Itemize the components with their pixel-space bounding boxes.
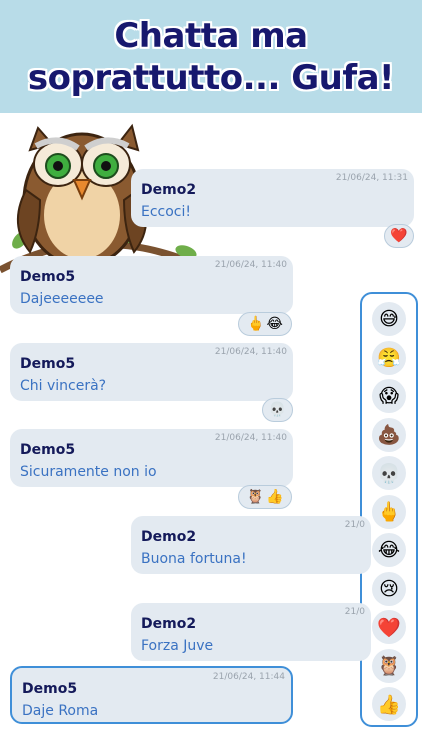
message-timestamp: 21/06/24, 11:40: [214, 260, 287, 270]
message-timestamp: 21/06/24, 11:31: [335, 173, 408, 183]
reaction-option[interactable]: 😤: [372, 340, 406, 375]
message-bubble[interactable]: 21/06/24, 11:40 Demo5 Dajeeeeeee: [10, 256, 293, 314]
message-reactions[interactable]: 💀: [262, 398, 293, 422]
reaction-option[interactable]: 🖕: [372, 494, 406, 529]
message-sender: Demo5: [20, 269, 76, 285]
reaction-option[interactable]: 😱: [372, 379, 406, 413]
message-sender: Demo5: [20, 442, 76, 458]
reaction-option[interactable]: ❤️: [372, 610, 406, 644]
message-bubble[interactable]: 21/0 Demo2 Forza Juve: [131, 603, 371, 661]
message-text: Sicuramente non io: [20, 464, 157, 480]
message-reactions[interactable]: ❤️: [384, 224, 414, 248]
message-timestamp: 21/06/24, 11:40: [214, 347, 287, 357]
message-text: Forza Juve: [141, 638, 214, 654]
reaction-option[interactable]: 💩: [372, 417, 406, 452]
message-reactions[interactable]: 🦉 👍: [238, 485, 292, 509]
message-sender: Demo2: [141, 616, 197, 632]
reaction-option[interactable]: 👍: [372, 687, 406, 721]
message-bubble[interactable]: 21/06/24, 11:40 Demo5 Sicuramente non io: [10, 429, 293, 487]
message-sender: Demo2: [141, 182, 197, 198]
message-sender: Demo5: [22, 681, 78, 697]
reaction-emoji: 🦉: [246, 489, 264, 505]
reaction-option[interactable]: 😅: [372, 302, 406, 336]
promo-banner: Chatta ma soprattutto... Gufa!: [0, 0, 422, 113]
reaction-picker: 😅 😤 😱 💩 💀 🖕 😂 😢 ❤️ 🦉 👍: [360, 292, 418, 727]
reaction-emoji: 💀: [268, 402, 287, 418]
message-text: Daje Roma: [22, 703, 99, 719]
reaction-emoji: ❤️: [390, 228, 408, 244]
message-timestamp: 21/0: [344, 520, 365, 530]
message-text: Dajeeeeeee: [20, 291, 104, 307]
message-timestamp: 21/06/24, 11:44: [212, 672, 285, 682]
message-text: Chi vincerà?: [20, 378, 107, 394]
message-timestamp: 21/06/24, 11:40: [214, 433, 287, 443]
message-bubble[interactable]: 21/06/24, 11:40 Demo5 Chi vincerà?: [10, 343, 293, 401]
reaction-option[interactable]: 😢: [372, 571, 406, 606]
message-sender: Demo2: [141, 529, 197, 545]
message-text: Eccoci!: [141, 204, 192, 220]
reaction-emoji: 😂: [266, 316, 283, 332]
banner-title-line-1: Chatta ma: [114, 15, 308, 56]
reaction-option[interactable]: 😂: [372, 533, 406, 567]
message-text: Buona fortuna!: [141, 551, 247, 567]
reaction-emoji: 👍: [266, 489, 284, 505]
message-bubble[interactable]: 21/06/24, 11:44 Demo5 Daje Roma: [10, 666, 293, 724]
message-bubble[interactable]: 21/06/24, 11:31 Demo2 Eccoci!: [131, 169, 414, 227]
reaction-option[interactable]: 💀: [372, 456, 406, 490]
message-sender: Demo5: [20, 356, 76, 372]
reaction-emoji: 🖕: [247, 316, 265, 332]
reaction-option[interactable]: 🦉: [372, 648, 406, 683]
message-bubble[interactable]: 21/0 Demo2 Buona fortuna!: [131, 516, 371, 574]
message-timestamp: 21/0: [344, 607, 365, 617]
message-reactions[interactable]: 🖕 😂: [238, 312, 292, 336]
banner-title-line-2: soprattutto... Gufa!: [27, 57, 395, 98]
